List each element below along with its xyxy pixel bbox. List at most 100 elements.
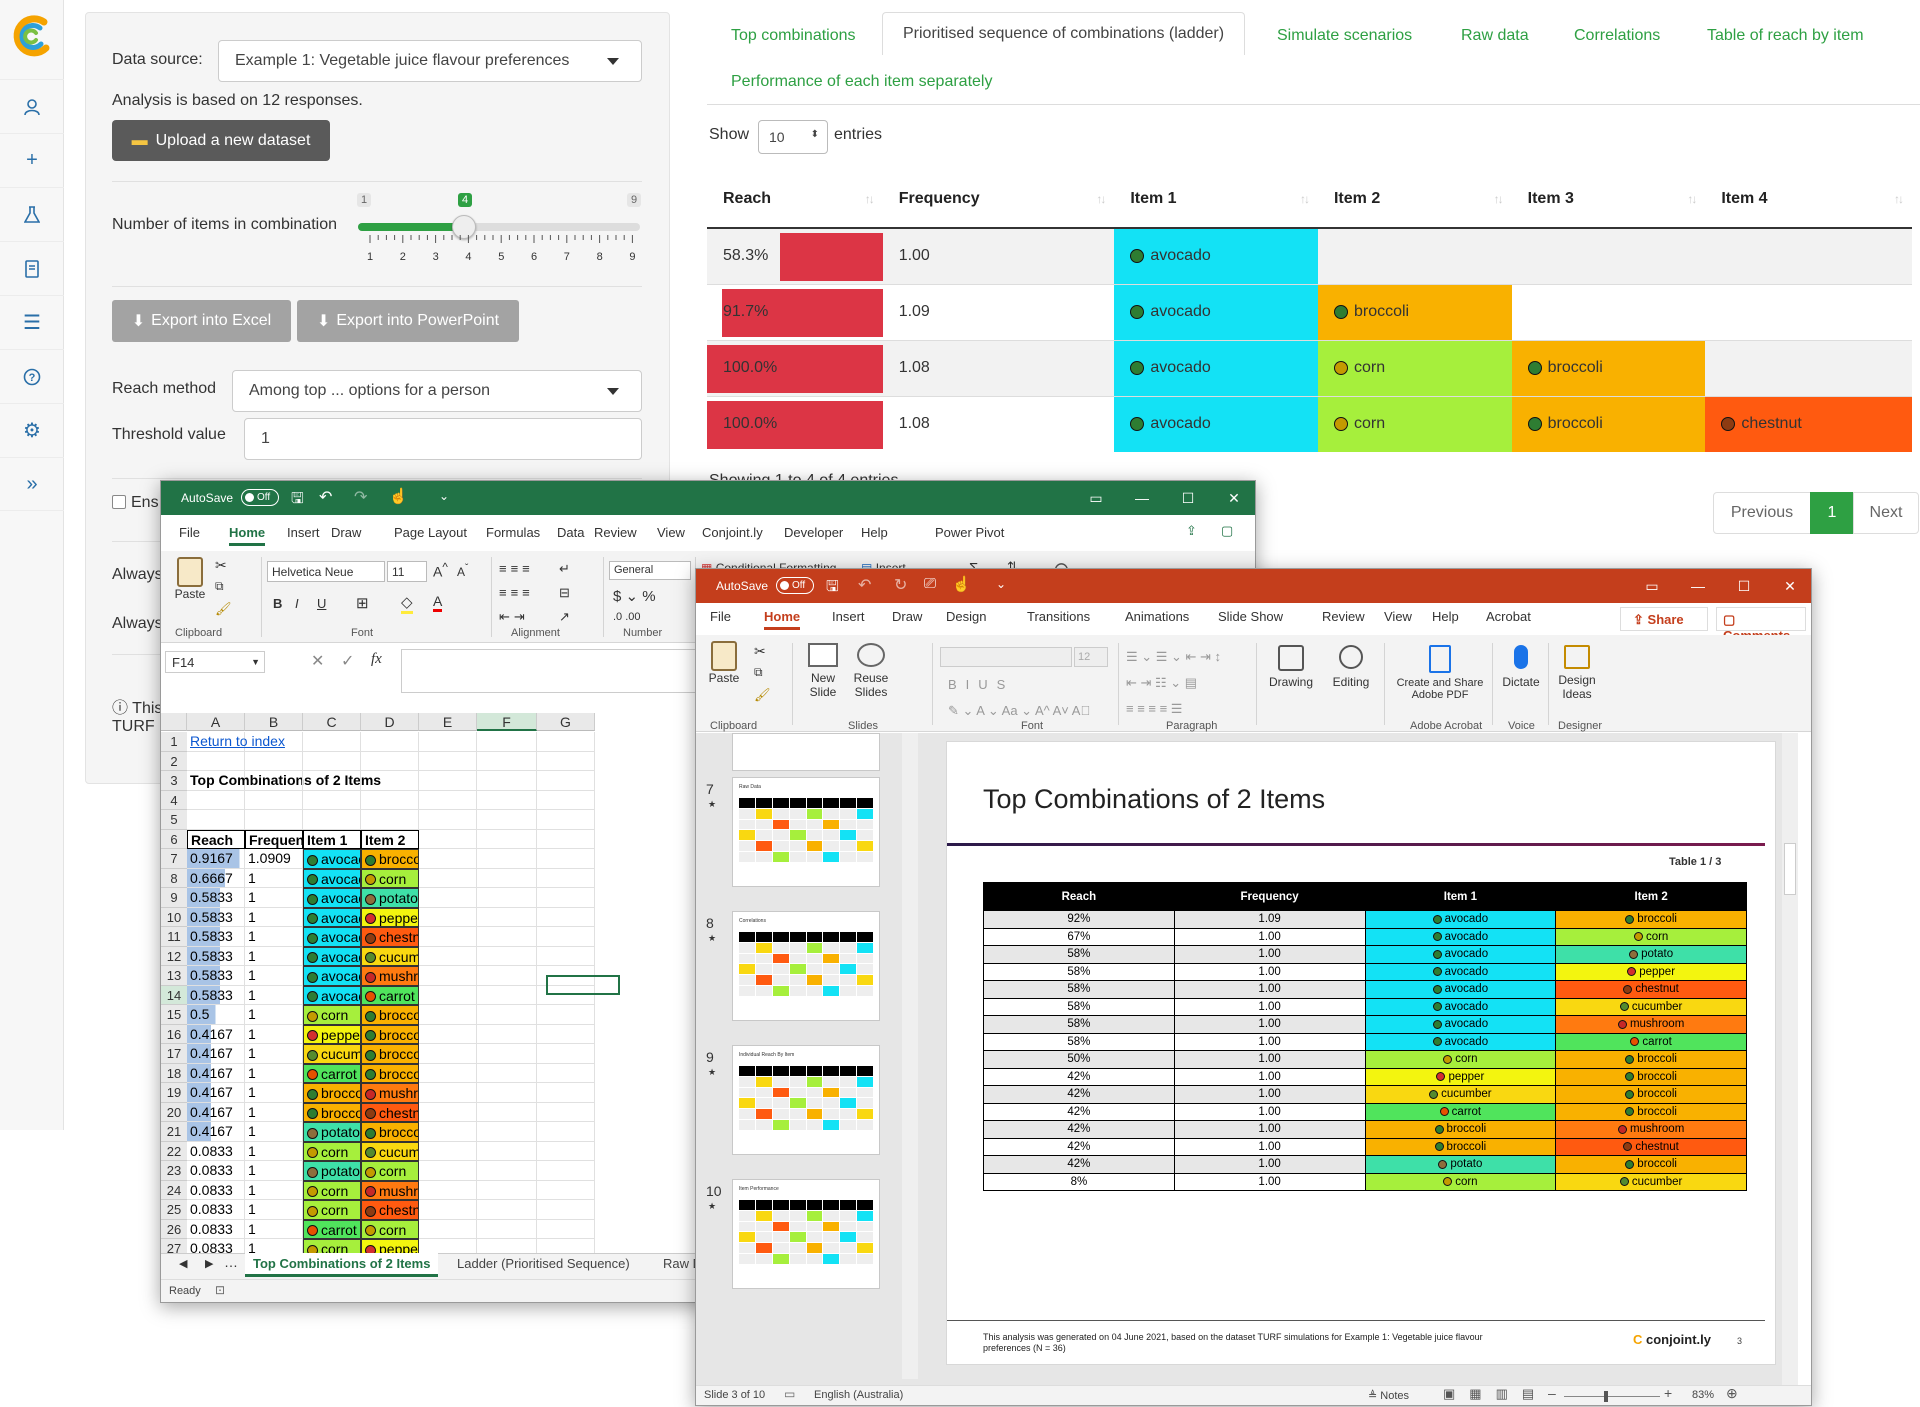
cell[interactable]: avocado [303,946,361,966]
cell[interactable] [477,771,537,791]
cell[interactable] [537,946,595,966]
font-color-icon[interactable]: A [433,593,443,612]
row-header[interactable]: 9 [161,888,187,908]
cell[interactable]: cucumber [361,1141,419,1161]
underline-icon[interactable]: U [317,596,326,611]
cell[interactable] [187,790,245,810]
list-icon[interactable]: ☰ [0,295,64,349]
cell[interactable]: mushroom [361,1083,419,1103]
reach-table-header[interactable]: Item 4 ↑↓ [1705,170,1912,229]
cell[interactable]: 1 [245,1005,303,1025]
cell[interactable]: Reach [187,829,245,849]
ribbon-display-icon[interactable]: ▭ [1073,481,1119,515]
menu-insert[interactable]: Insert [287,525,320,540]
cell[interactable] [537,771,595,791]
cell[interactable]: carrot [303,1063,361,1083]
cell[interactable] [537,868,595,888]
column-header-d[interactable]: D [361,713,419,731]
cell[interactable] [477,810,537,830]
copy-icon[interactable]: ⧉ [754,665,763,680]
cell[interactable] [477,829,537,849]
cell[interactable]: corn [361,1161,419,1181]
cell[interactable]: broccoli [303,1083,361,1103]
menu-file[interactable]: File [710,609,731,624]
cell[interactable]: potato [303,1161,361,1181]
cell[interactable] [477,1044,537,1064]
cell[interactable] [477,888,537,908]
cell[interactable]: corn [361,868,419,888]
cell[interactable]: 1 [245,1122,303,1142]
cell[interactable]: 0.0833 [187,1180,245,1200]
cell[interactable] [477,1200,537,1220]
cell[interactable] [477,732,537,752]
row-header[interactable]: 5 [161,810,187,830]
user-icon[interactable] [0,79,64,133]
column-header-f[interactable]: F [477,713,537,731]
cell[interactable] [419,1044,477,1064]
cell[interactable]: Frequency [245,829,303,849]
menu-draw[interactable]: Draw [331,525,361,540]
cell[interactable]: 1 [245,1024,303,1044]
cell[interactable] [419,985,477,1005]
save-icon[interactable]: 🖫 [291,488,304,513]
column-header-b[interactable]: B [245,713,303,731]
cell[interactable] [477,868,537,888]
cell[interactable]: 0.0833 [187,1200,245,1220]
cell[interactable]: 1 [245,1044,303,1064]
cell[interactable] [537,927,595,947]
zoom-out-icon[interactable]: – [1548,1385,1556,1401]
cell[interactable] [477,751,537,771]
name-box[interactable]: F14 ▼ [165,651,265,673]
cell[interactable]: 0.5833 [187,985,245,1005]
row-header[interactable]: 22 [161,1141,187,1161]
cell[interactable] [419,732,477,752]
sheet-tab-top-combinations[interactable]: Top Combinations of 2 Items [245,1253,439,1277]
comment-icon[interactable]: ▢ [1221,523,1233,539]
font-name-box[interactable] [940,647,1072,667]
cell[interactable] [419,1063,477,1083]
cell[interactable] [537,907,595,927]
expand-icon[interactable]: » [0,457,64,511]
cell[interactable] [537,1122,595,1142]
fit-slide-icon[interactable]: ⊕ [1726,1385,1738,1402]
decimal-icons[interactable]: .0 .00 [613,611,641,623]
drawing-button[interactable]: Drawing [1266,645,1316,689]
cell[interactable]: broccoli [361,1044,419,1064]
row-header[interactable]: 24 [161,1180,187,1200]
customize-qat-icon[interactable]: ⌄ [439,489,449,503]
slide-thumbnail[interactable]: Correlations [732,911,880,1021]
confirm-entry-icon[interactable]: ✓ [341,651,354,671]
entries-select[interactable]: 10 ⬍ [758,120,828,154]
cell[interactable]: 0.5833 [187,946,245,966]
font-style-icons[interactable]: BIUS [948,677,1014,692]
cell[interactable]: 0.4167 [187,1063,245,1083]
row-header[interactable]: 7 [161,849,187,869]
cell[interactable]: 1 [245,1161,303,1181]
row-header[interactable]: 21 [161,1122,187,1142]
reach-table-header[interactable]: Item 2 ↑↓ [1317,170,1512,229]
cell[interactable]: 0.5833 [187,907,245,927]
maximize-icon[interactable]: ☐ [1721,569,1767,603]
cell[interactable]: pepper [303,1024,361,1044]
tab-correlations[interactable]: Correlations [1574,27,1660,45]
cell[interactable]: 1 [245,868,303,888]
cell[interactable]: avocado [303,966,361,986]
cell[interactable]: Item 1 [303,829,361,849]
flask-icon[interactable] [0,187,64,241]
cell[interactable]: potato [303,1122,361,1142]
cell[interactable]: broccoli [361,1063,419,1083]
cell[interactable] [477,1122,537,1142]
copy-icon[interactable]: ⧉ [215,579,224,594]
tab-performance[interactable]: Performance of each item separately [731,73,992,91]
menu-developer[interactable]: Developer [784,525,843,540]
cell[interactable] [537,1200,595,1220]
cancel-entry-icon[interactable]: ✕ [311,651,324,671]
cell[interactable] [419,1180,477,1200]
cell[interactable]: 0.0833 [187,1161,245,1181]
conjointly-logo-icon[interactable] [10,14,54,58]
wrap-text-icon[interactable]: ↵ [559,561,570,577]
cell[interactable] [419,1161,477,1181]
slide-thumbnail[interactable]: Item Performance [732,1179,880,1289]
cell[interactable] [245,810,303,830]
reach-method-select[interactable]: Among top ... options for a person [232,370,642,412]
